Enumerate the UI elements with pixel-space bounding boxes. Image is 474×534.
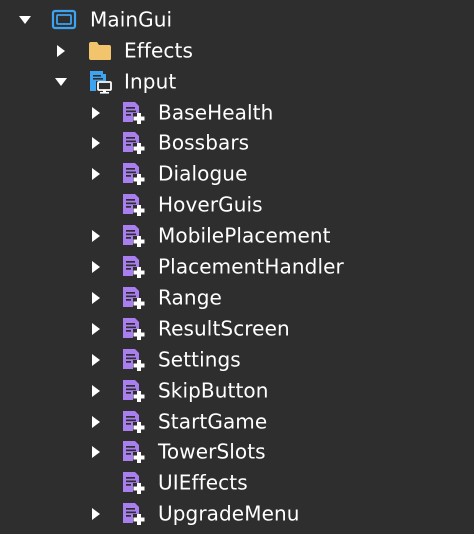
tree-item-label: Input	[124, 69, 177, 94]
local-script-icon	[87, 69, 113, 95]
collapsed-arrow-icon[interactable]	[89, 384, 103, 398]
tree-item-dialogue[interactable]: Dialogue	[0, 159, 474, 190]
screen-gui-icon	[51, 7, 77, 33]
tree-item-label: MainGui	[90, 7, 173, 32]
tree-item-label: ResultScreen	[158, 316, 290, 341]
module-script-icon	[120, 161, 146, 187]
tree-item-input[interactable]: Input	[0, 66, 474, 97]
module-script-icon	[120, 470, 146, 496]
tree-item-startgame[interactable]: StartGame	[0, 406, 474, 437]
tree-item-mobileplacement[interactable]: MobilePlacement	[0, 221, 474, 252]
tree-item-range[interactable]: Range	[0, 282, 474, 313]
module-script-icon	[120, 409, 146, 435]
expanded-arrow-icon[interactable]	[18, 13, 32, 27]
tree-item-label: TowerSlots	[158, 439, 266, 464]
tree-item-label: BaseHealth	[158, 100, 274, 125]
expanded-arrow-icon[interactable]	[54, 75, 68, 89]
tree-item-label: SkipButton	[158, 378, 269, 403]
module-script-icon	[120, 100, 146, 126]
tree-item-label: PlacementHandler	[158, 254, 344, 279]
collapsed-arrow-icon[interactable]	[89, 322, 103, 336]
collapsed-arrow-icon[interactable]	[89, 260, 103, 274]
tree-item-effects[interactable]: Effects	[0, 35, 474, 66]
tree-item-uieffects[interactable]: UIEffects	[0, 468, 474, 499]
module-script-icon	[120, 192, 146, 218]
tree-item-placementhandler[interactable]: PlacementHandler	[0, 252, 474, 283]
tree-item-label: Dialogue	[158, 161, 248, 186]
tree-item-label: HoverGuis	[158, 192, 263, 217]
tree-item-label: Bossbars	[158, 130, 250, 155]
tree-item-upgrademenu[interactable]: UpgradeMenu	[0, 499, 474, 530]
folder-icon	[87, 38, 113, 64]
module-script-icon	[120, 316, 146, 342]
collapsed-arrow-icon[interactable]	[89, 136, 103, 150]
explorer-tree: MainGui Effects Input BaseHealth Bossbar…	[0, 0, 474, 534]
collapsed-arrow-icon[interactable]	[89, 229, 103, 243]
tree-item-towerslots[interactable]: TowerSlots	[0, 437, 474, 468]
tree-item-basehealth[interactable]: BaseHealth	[0, 97, 474, 128]
module-script-icon	[120, 223, 146, 249]
module-script-icon	[120, 347, 146, 373]
module-script-icon	[120, 130, 146, 156]
collapsed-arrow-icon[interactable]	[89, 415, 103, 429]
collapsed-arrow-icon[interactable]	[89, 445, 103, 459]
tree-item-maingui[interactable]: MainGui	[0, 4, 474, 35]
module-script-icon	[120, 501, 146, 527]
collapsed-arrow-icon[interactable]	[54, 44, 68, 58]
tree-item-label: StartGame	[158, 409, 268, 434]
tree-item-settings[interactable]: Settings	[0, 344, 474, 375]
collapsed-arrow-icon[interactable]	[89, 353, 103, 367]
collapsed-arrow-icon[interactable]	[89, 167, 103, 181]
tree-item-label: UIEffects	[158, 470, 248, 495]
tree-item-label: Effects	[124, 38, 193, 63]
module-script-icon	[120, 439, 146, 465]
tree-item-label: MobilePlacement	[158, 223, 331, 248]
tree-item-label: Settings	[158, 347, 241, 372]
tree-item-resultscreen[interactable]: ResultScreen	[0, 313, 474, 344]
module-script-icon	[120, 254, 146, 280]
tree-item-hoverguis[interactable]: HoverGuis	[0, 190, 474, 221]
tree-item-skipbutton[interactable]: SkipButton	[0, 375, 474, 406]
tree-item-bossbars[interactable]: Bossbars	[0, 128, 474, 159]
module-script-icon	[120, 285, 146, 311]
collapsed-arrow-icon[interactable]	[89, 507, 103, 521]
tree-item-label: Range	[158, 285, 222, 310]
collapsed-arrow-icon[interactable]	[89, 291, 103, 305]
module-script-icon	[120, 378, 146, 404]
collapsed-arrow-icon[interactable]	[89, 106, 103, 120]
tree-item-label: UpgradeMenu	[158, 501, 300, 526]
